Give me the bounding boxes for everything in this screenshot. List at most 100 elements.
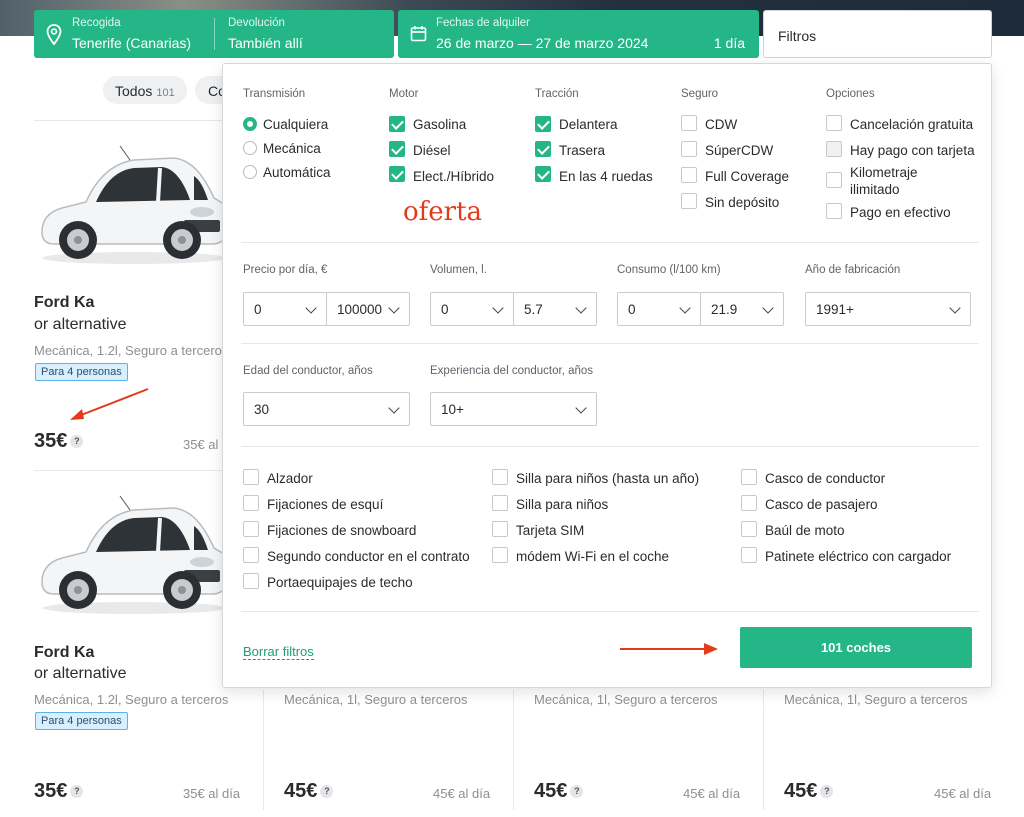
filters-button[interactable]: Filtros [763,10,992,58]
chip-all[interactable]: Todos 101 [103,76,187,104]
extra-snowboard-rack[interactable]: Fijaciones de snowboard [267,523,416,538]
dates-value[interactable]: 26 de marzo — 27 de marzo 2024 [436,35,648,51]
consumption-max-select[interactable]: 21.9 [700,292,784,326]
checkbox-wifi-modem[interactable] [492,547,508,563]
checkbox-driver-helmet[interactable] [741,469,757,485]
price-help-icon[interactable]: ? [570,785,584,799]
price-help-icon[interactable]: ? [70,435,84,449]
car-image[interactable] [34,140,229,270]
extra-wifi-modem[interactable]: módem Wi-Fi en el coche [516,549,669,564]
checkbox-moto-trunk[interactable] [741,521,757,537]
price-help-icon[interactable]: ? [320,785,334,799]
checkbox-snowboard-rack[interactable] [243,521,259,537]
list-top-separator [34,120,234,121]
price-heading: Precio por día, € [243,264,328,276]
duration-value: 1 día [713,35,745,51]
option-unlimited-mileage[interactable]: Kilometraje [850,165,918,180]
chevron-down-icon [388,402,400,414]
extra-booster-seat[interactable]: Alzador [267,471,313,486]
extra-ski-rack[interactable]: Fijaciones de esquí [267,497,383,512]
extra-child-seat[interactable]: Silla para niños [516,497,608,512]
checkbox-e-scooter[interactable] [741,547,757,563]
checkbox-child-seat[interactable] [492,495,508,511]
extra-e-scooter[interactable]: Patinete eléctrico con cargador [765,549,951,564]
radio-automatic[interactable] [243,165,257,179]
extra-sim-card[interactable]: Tarjeta SIM [516,523,584,538]
transmission-option-automatic[interactable]: Automática [263,165,331,180]
traction-option-front[interactable]: Delantera [559,117,618,132]
price-min-select[interactable]: 0 [243,292,327,326]
location-field[interactable]: Recogida Tenerife (Canarias) Devolución … [34,10,394,58]
car-specs: Mecánica, 1l, Seguro a terceros [534,692,718,707]
checkbox-supercdw[interactable] [681,141,697,157]
checkbox-baby-seat[interactable] [492,469,508,485]
checkbox-no-deposit[interactable] [681,193,697,209]
transmission-option-manual[interactable]: Mecánica [263,141,321,156]
checkbox-diesel[interactable] [389,141,405,157]
consumption-min-select[interactable]: 0 [617,292,701,326]
extra-baby-seat[interactable]: Silla para niños (hasta un año) [516,471,699,486]
annotation-arrow-results [620,643,718,655]
option-card-payment[interactable]: Hay pago con tarjeta [850,143,975,158]
chevron-down-icon [575,402,587,414]
car-image[interactable] [34,490,229,620]
checkbox-hybrid[interactable] [389,166,405,182]
checkbox-awd[interactable] [535,166,551,182]
checkbox-card-payment[interactable] [826,141,842,157]
extra-second-driver[interactable]: Segundo conductor en el contrato [267,549,470,564]
price-help-icon[interactable]: ? [70,785,84,799]
radio-manual[interactable] [243,141,257,155]
option-unlimited-mileage-line2[interactable]: ilimitado [850,182,900,197]
engine-option-gasoline[interactable]: Gasolina [413,117,466,132]
pickup-value[interactable]: Tenerife (Canarias) [72,35,191,51]
checkbox-cdw[interactable] [681,115,697,131]
checkbox-passenger-helmet[interactable] [741,495,757,511]
insurance-option-full-coverage[interactable]: Full Coverage [705,169,789,184]
show-results-button[interactable]: 101 coches [740,627,972,668]
checkbox-ski-rack[interactable] [243,495,259,511]
radio-any[interactable] [243,117,257,131]
checkbox-gasoline[interactable] [389,116,405,132]
checkbox-full-coverage[interactable] [681,167,697,183]
experience-select[interactable]: 10+ [430,392,597,426]
car-name[interactable]: Ford Ka [34,644,94,662]
checkbox-second-driver[interactable] [243,547,259,563]
checkbox-roof-rack[interactable] [243,573,259,589]
price-per-day: 45€ al día [683,786,741,801]
checkbox-cash-payment[interactable] [826,203,842,219]
year-select[interactable]: 1991+ [805,292,971,326]
checkbox-unlimited-mileage[interactable] [826,172,842,188]
checkbox-free-cancellation[interactable] [826,115,842,131]
dates-label: Fechas de alquiler [436,17,530,29]
insurance-option-no-deposit[interactable]: Sin depósito [705,195,779,210]
extra-passenger-helmet[interactable]: Casco de pasajero [765,497,878,512]
insurance-option-cdw[interactable]: CDW [705,117,737,132]
clear-filters-link[interactable]: Borrar filtros [243,644,314,660]
dates-field[interactable]: Fechas de alquiler 26 de marzo — 27 de m… [398,10,759,58]
price-max-select[interactable]: 100000 [326,292,410,326]
volume-min-select[interactable]: 0 [430,292,514,326]
option-free-cancellation[interactable]: Cancelación gratuita [850,117,973,132]
chevron-down-icon [949,302,961,314]
checkbox-booster-seat[interactable] [243,469,259,485]
checkbox-front[interactable] [535,116,551,132]
engine-option-hybrid[interactable]: Elect./Híbrido [413,169,494,184]
engine-option-diesel[interactable]: Diésel [413,143,451,158]
extra-roof-rack[interactable]: Portaequipajes de techo [267,575,413,590]
volume-max-select[interactable]: 5.7 [513,292,597,326]
checkbox-sim-card[interactable] [492,521,508,537]
return-value[interactable]: También allí [228,35,303,51]
car-name[interactable]: Ford Ka [34,294,94,312]
extra-moto-trunk[interactable]: Baúl de moto [765,523,845,538]
checkbox-rear[interactable] [535,141,551,157]
option-cash-payment[interactable]: Pago en efectivo [850,205,951,220]
traction-option-awd[interactable]: En las 4 ruedas [559,169,653,184]
price-help-icon[interactable]: ? [820,785,834,799]
price-min-value: 0 [254,302,262,317]
driver-age-select[interactable]: 30 [243,392,410,426]
insurance-option-supercdw[interactable]: SúperCDW [705,143,773,158]
extra-driver-helmet[interactable]: Casco de conductor [765,471,885,486]
transmission-option-any[interactable]: Cualquiera [263,117,328,132]
car-price: 35€? [34,430,84,453]
traction-option-rear[interactable]: Trasera [559,143,605,158]
